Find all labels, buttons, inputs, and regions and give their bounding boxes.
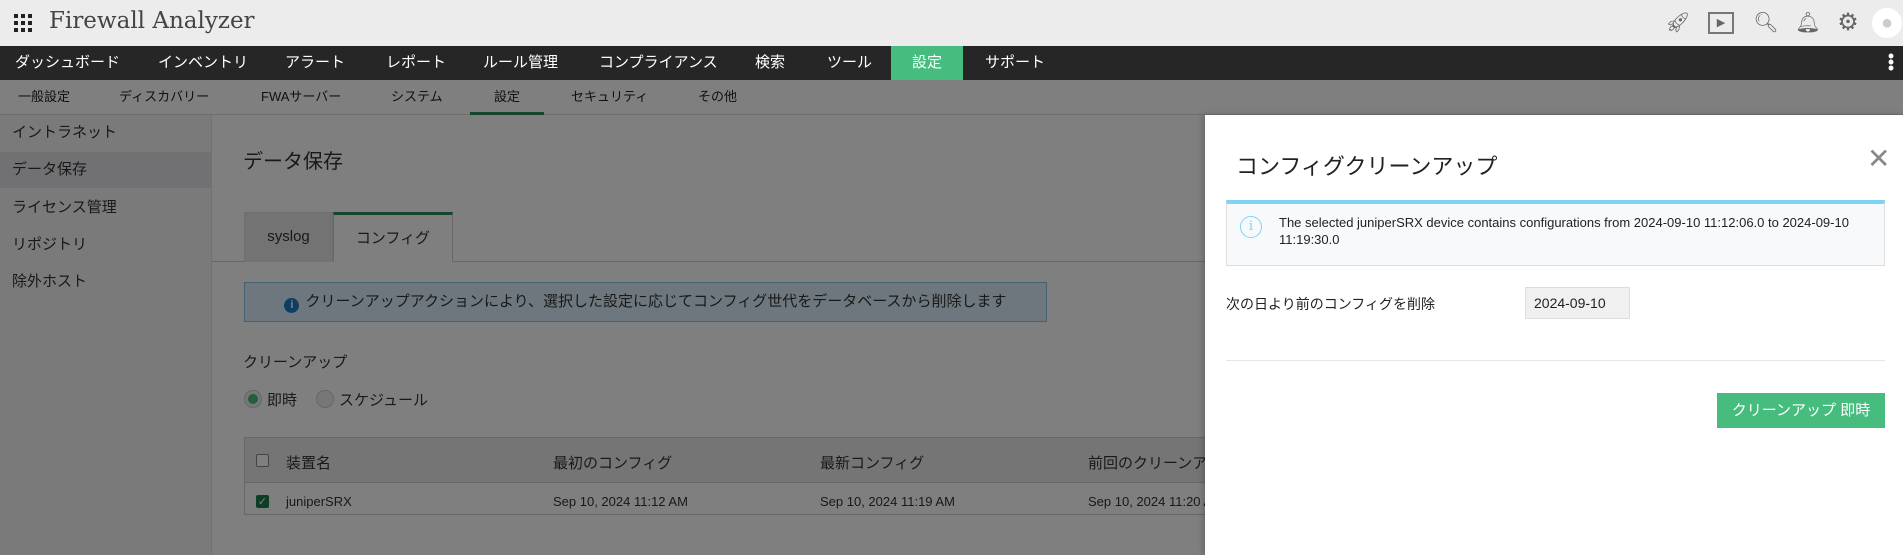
nav-settings[interactable]: 設定 <box>891 46 963 80</box>
info-icon: i <box>1240 216 1262 238</box>
nav-dashboard[interactable]: ダッシュボード <box>15 46 120 80</box>
search-icon[interactable]: 🔍︎ <box>1753 10 1779 36</box>
bell-icon[interactable]: 🔔︎ <box>1795 10 1821 36</box>
main-nav: ダッシュボード インベントリ アラート レポート ルール管理 コンプライアンス … <box>0 46 1903 80</box>
nav-inventory[interactable]: インベントリ <box>158 46 248 80</box>
app-title: Firewall Analyzer <box>49 8 255 34</box>
delete-before-label: 次の日より前のコンフィグを削除 <box>1226 296 1436 312</box>
cleanup-now-button[interactable]: クリーンアップ 即時 <box>1717 393 1885 428</box>
more-options-icon[interactable]: • • • <box>1887 47 1895 77</box>
dialog-info-box: i The selected juniperSRX device contain… <box>1226 200 1885 266</box>
nav-compliance[interactable]: コンプライアンス <box>599 46 718 80</box>
nav-tools[interactable]: ツール <box>827 46 872 80</box>
nav-search[interactable]: 検索 <box>755 46 785 80</box>
apps-grid-icon[interactable] <box>14 14 32 32</box>
nav-alerts[interactable]: アラート <box>285 46 345 80</box>
divider <box>1226 360 1885 361</box>
rocket-icon[interactable]: 🚀︎ <box>1665 10 1691 36</box>
dialog-title: コンフィグクリーンアップ <box>1236 154 1498 179</box>
presentation-icon[interactable]: ▶ <box>1708 12 1734 34</box>
date-input[interactable]: 2024-09-10 <box>1525 287 1630 319</box>
nav-support[interactable]: サポート <box>985 46 1045 80</box>
nav-rule-management[interactable]: ルール管理 <box>483 46 558 80</box>
dialog-info-text: The selected juniperSRX device contains … <box>1279 215 1849 247</box>
config-cleanup-dialog: コンフィグクリーンアップ ✕ i The selected juniperSRX… <box>1205 115 1903 555</box>
nav-reports[interactable]: レポート <box>386 46 446 80</box>
top-header: Firewall Analyzer 🚀︎ ▶ 🔍︎ 🔔︎ ⚙ ● <box>0 0 1903 46</box>
gear-icon[interactable]: ⚙ <box>1835 10 1861 36</box>
user-avatar-icon[interactable]: ● <box>1872 8 1902 38</box>
close-icon[interactable]: ✕ <box>1867 145 1890 173</box>
